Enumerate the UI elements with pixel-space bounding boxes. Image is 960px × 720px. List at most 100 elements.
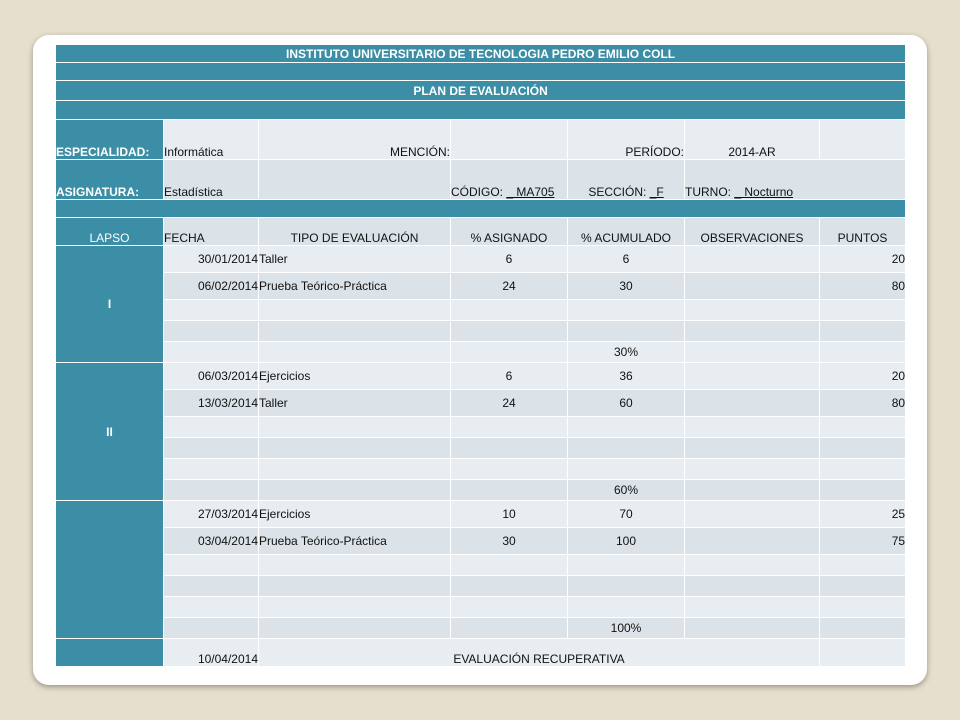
puntos-cell <box>818 479 907 501</box>
asignado-cell <box>450 341 568 363</box>
spacer-row <box>54 199 907 218</box>
tipo-cell <box>258 554 451 576</box>
col-header-fecha: FECHA <box>163 217 259 246</box>
asignatura-value: Estadística <box>163 159 259 200</box>
puntos-cell: 80 <box>818 389 907 417</box>
tipo-cell <box>258 575 451 597</box>
table-row: 27/03/2014 Ejercicios 10 70 25 <box>55 500 907 639</box>
observaciones-cell <box>684 596 820 618</box>
table-row <box>56 554 907 576</box>
col-header-puntos: PUNTOS <box>818 217 907 246</box>
fecha-cell <box>163 341 259 363</box>
observaciones-cell <box>684 437 820 459</box>
puntos-cell <box>818 554 907 576</box>
asignado-cell: 10 <box>450 500 568 528</box>
puntos-cell <box>818 458 907 480</box>
table-row: 13/03/2014 Taller 24 60 80 <box>56 389 907 417</box>
empty-cell <box>818 638 907 667</box>
asignado-cell: 30 <box>450 527 568 555</box>
tipo-cell <box>258 341 451 363</box>
table-row: 100% <box>56 617 907 639</box>
table-row <box>56 596 907 618</box>
puntos-cell: 20 <box>818 362 907 390</box>
spacer-row <box>54 62 907 81</box>
acumulado-cell <box>567 437 685 459</box>
recuperativa-fecha: 10/04/2014 <box>163 638 259 667</box>
col-header-observaciones: OBSERVACIONES <box>684 217 820 246</box>
asignado-cell <box>450 554 568 576</box>
empty-cell <box>818 119 907 160</box>
fecha-cell: 06/02/2014 <box>163 272 259 300</box>
fecha-cell <box>163 437 259 459</box>
puntos-cell: 80 <box>818 272 907 300</box>
fecha-cell: 30/01/2014 <box>163 245 259 273</box>
table-row <box>56 575 907 597</box>
puntos-cell <box>818 341 907 363</box>
lapso-label: II <box>55 362 164 501</box>
fecha-cell <box>163 479 259 501</box>
mencion-label: MENCIÓN: <box>258 119 451 160</box>
asignado-cell <box>450 416 568 438</box>
recuperativa-label: EVALUACIÓN RECUPERATIVA <box>258 638 820 667</box>
acumulado-cell: 36 <box>567 362 685 390</box>
tipo-cell <box>258 437 451 459</box>
fecha-cell <box>163 554 259 576</box>
especialidad-label: ESPECIALIDAD: <box>55 119 164 160</box>
puntos-cell <box>818 617 907 639</box>
codigo-value: _ MA705 <box>506 185 555 199</box>
tipo-cell: Taller <box>258 245 451 273</box>
asignado-cell: 24 <box>450 389 568 417</box>
asignado-cell: 24 <box>450 272 568 300</box>
evaluation-plan-table: INSTITUTO UNIVERSITARIO DE TECNOLOGIA PE… <box>54 44 907 667</box>
fecha-cell <box>163 596 259 618</box>
acumulado-cell: 30 <box>567 272 685 300</box>
acumulado-cell <box>567 299 685 321</box>
asignado-cell: 6 <box>450 362 568 390</box>
fecha-cell <box>163 320 259 342</box>
acumulado-cell <box>567 320 685 342</box>
acumulado-cell <box>567 596 685 618</box>
turno-label: TURNO: <box>685 185 731 199</box>
observaciones-cell <box>684 416 820 438</box>
institute-title: INSTITUTO UNIVERSITARIO DE TECNOLOGIA PE… <box>54 44 907 63</box>
table-row: 30% <box>56 341 907 363</box>
asignado-cell <box>450 299 568 321</box>
acumulado-cell <box>567 416 685 438</box>
fecha-cell <box>163 299 259 321</box>
periodo-value: 2014-AR <box>684 119 820 160</box>
tipo-cell: Ejercicios <box>258 500 451 528</box>
puntos-cell <box>818 575 907 597</box>
acumulado-cell: 100 <box>567 527 685 555</box>
observaciones-cell <box>684 341 820 363</box>
fecha-cell: 03/04/2014 <box>163 527 259 555</box>
seccion-field: SECCIÓN: _F <box>567 159 685 200</box>
asignado-cell <box>450 479 568 501</box>
observaciones-cell <box>684 272 820 300</box>
asignado-cell <box>450 596 568 618</box>
col-header-asignado: % ASIGNADO <box>450 217 568 246</box>
puntos-cell: 25 <box>818 500 907 528</box>
plan-title: PLAN DE EVALUACIÓN <box>54 80 907 101</box>
observaciones-cell <box>684 527 820 555</box>
observaciones-cell <box>684 458 820 480</box>
observaciones-cell <box>684 389 820 417</box>
fecha-cell: 27/03/2014 <box>163 500 259 528</box>
fecha-cell <box>163 575 259 597</box>
spacer-row <box>54 100 907 120</box>
observaciones-cell <box>684 554 820 576</box>
puntos-cell <box>818 437 907 459</box>
codigo-field: CÓDIGO: _ MA705 <box>450 159 568 200</box>
tipo-cell <box>258 458 451 480</box>
asignado-cell <box>450 437 568 459</box>
table-row <box>56 320 907 342</box>
tipo-cell <box>258 299 451 321</box>
observaciones-cell <box>684 320 820 342</box>
asignado-cell <box>450 575 568 597</box>
lapso-label <box>55 638 164 667</box>
table-row: 60% <box>56 479 907 501</box>
table-row: I 30/01/2014 Taller 6 6 20 <box>55 245 907 363</box>
observaciones-cell <box>684 575 820 597</box>
acumulado-cell <box>567 458 685 480</box>
tipo-cell <box>258 596 451 618</box>
tipo-cell: Prueba Teórico-Práctica <box>258 272 451 300</box>
